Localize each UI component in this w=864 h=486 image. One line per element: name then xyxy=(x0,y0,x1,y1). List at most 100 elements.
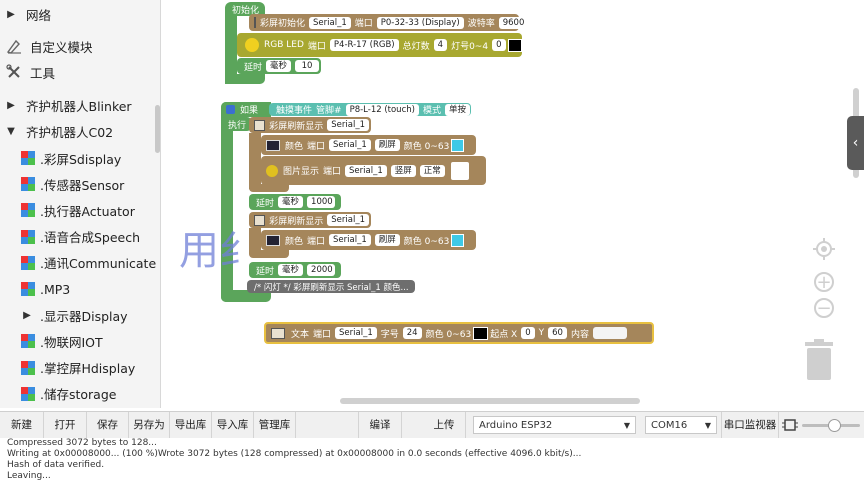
screen-init-block[interactable]: 彩屏初始化 Serial_1 端口 P0-32-33 (Display) 波特率… xyxy=(249,14,529,31)
sidebar-category-label: .MP3 xyxy=(40,281,71,297)
text-display-block[interactable]: 文本 端口 Serial_1 字号 24 颜色 0~63 起点 X 0 Y 60… xyxy=(264,322,654,344)
serial-monitor-button[interactable]: 串口监视器 xyxy=(721,412,779,438)
color-swatch-black[interactable] xyxy=(507,38,522,52)
delay-unit-dropdown[interactable]: 毫秒 xyxy=(278,196,304,208)
rgb-total-input[interactable]: 4 xyxy=(433,39,448,51)
color-swatch-cyan[interactable] xyxy=(451,233,465,247)
sidebar-scrollbar[interactable] xyxy=(155,105,160,153)
delay-unit-dropdown[interactable]: 毫秒 xyxy=(278,264,304,276)
sidebar-category-label: .执行器Actuator xyxy=(40,203,135,219)
delay-value-input[interactable]: 10 xyxy=(295,60,319,72)
serial-dropdown[interactable]: Serial_1 xyxy=(309,16,351,29)
port-dropdown[interactable]: P0-32-33 (Display) xyxy=(376,16,464,29)
save-as-button[interactable]: 另存为 xyxy=(129,412,170,438)
sidebar-category-item[interactable]: .彩屏Sdisplay xyxy=(0,145,156,171)
board-select[interactable]: Arduino ESP32 ▼ xyxy=(473,416,636,434)
sidebar-category-label: .语音合成Speech xyxy=(40,230,141,246)
new-button[interactable]: 新建 xyxy=(0,412,44,438)
zoom-in-icon[interactable]: + xyxy=(814,272,834,292)
baud-dropdown[interactable]: 9600 xyxy=(498,16,529,29)
serial-dropdown[interactable]: Serial_1 xyxy=(329,139,371,151)
delay-block-2[interactable]: 延时 毫秒 1000 xyxy=(249,194,341,210)
sidebar-item-blinker[interactable]: ▶ 齐护机器人Blinker xyxy=(0,92,156,118)
mode-dropdown[interactable]: 刷屏 xyxy=(374,139,400,151)
touch-mode-dropdown[interactable]: 单按 xyxy=(444,103,470,116)
refresh1-body xyxy=(249,133,261,189)
screen-refresh-block-1[interactable]: 彩屏刷新显示 Serial_1 xyxy=(249,117,371,133)
delay-unit-dropdown[interactable]: 毫秒 xyxy=(266,60,292,72)
color-swatch-cyan[interactable] xyxy=(451,138,465,152)
block-workspace[interactable]: 初始化 彩屏初始化 Serial_1 端口 P0-32-33 (Display)… xyxy=(161,0,864,408)
sidebar-item-network[interactable]: ▶ 网络 xyxy=(0,1,156,27)
console-line: Hash of data verified. xyxy=(7,460,105,470)
sidebar-category-item[interactable]: .执行器Actuator xyxy=(0,197,156,223)
chip-icon[interactable] xyxy=(782,417,798,433)
normal-dropdown[interactable]: 正常 xyxy=(419,164,445,177)
y-input[interactable]: 60 xyxy=(548,327,567,339)
port-select[interactable]: COM16 ▼ xyxy=(645,416,717,434)
color-block-2[interactable]: 颜色 端口 Serial_1 刷屏 颜色 0~63 xyxy=(261,230,476,250)
rgb-index-input[interactable]: 0 xyxy=(492,39,506,51)
content-input[interactable] xyxy=(592,327,627,339)
gear-icon[interactable] xyxy=(226,105,235,114)
serial-dropdown[interactable]: Serial_1 xyxy=(345,164,387,177)
delay-value-input[interactable]: 2000 xyxy=(307,264,336,276)
trash-icon[interactable] xyxy=(802,338,836,382)
sidebar-item-custom-module[interactable]: 自定义模块 xyxy=(0,33,156,59)
delay-block-3[interactable]: 延时 毫秒 2000 xyxy=(249,262,341,278)
upload-button[interactable]: 上传 xyxy=(423,412,466,438)
display-icon xyxy=(254,17,256,28)
workspace-horizontal-scrollbar[interactable] xyxy=(340,398,640,404)
sidebar-category-item[interactable]: ▶ .显示器Display xyxy=(0,302,156,328)
delay-block-1[interactable]: 延时 毫秒 10 xyxy=(237,58,321,74)
mode-dropdown[interactable]: 刷屏 xyxy=(374,234,400,246)
zoom-slider-handle[interactable] xyxy=(828,419,841,432)
orientation-dropdown[interactable]: 竖屏 xyxy=(390,164,416,177)
console-line: Leaving... xyxy=(7,471,51,481)
sidebar-item-tools[interactable]: 工具 xyxy=(0,59,156,85)
screen-refresh-block-2[interactable]: 彩屏刷新显示 Serial_1 xyxy=(249,212,371,228)
compile-button[interactable]: 编译 xyxy=(358,412,402,438)
color-swatch-black[interactable] xyxy=(473,326,489,340)
collapsed-comment-block[interactable]: /* 闪灯 */ 彩屏刷新显示 Serial_1 颜色... xyxy=(247,280,415,293)
image-preview[interactable] xyxy=(450,161,469,180)
screen-icon xyxy=(266,139,280,151)
rgb-led-block[interactable]: RGB LED 端口 P4-R-17 (RGB) 总灯数 4 灯号0~4 0 xyxy=(237,33,522,57)
image-display-block[interactable]: 图片显示 端口 Serial_1 竖屏 正常 xyxy=(261,156,486,185)
sidebar-category-item[interactable]: .储存storage xyxy=(0,381,156,407)
serial-dropdown[interactable]: Serial_1 xyxy=(327,214,369,226)
rgb-port-dropdown[interactable]: P4-R-17 (RGB) xyxy=(329,39,399,51)
serial-dropdown[interactable]: Serial_1 xyxy=(335,327,377,339)
sidebar-category-item[interactable]: .通讯Communicate xyxy=(0,250,156,276)
if-block-head[interactable]: 如果 xyxy=(221,102,271,117)
import-lib-button[interactable]: 导入库 xyxy=(212,412,254,438)
zoom-out-icon[interactable]: − xyxy=(814,298,834,318)
serial-dropdown[interactable]: Serial_1 xyxy=(327,119,369,131)
custom-module-icon xyxy=(6,39,21,54)
touch-pin-dropdown[interactable]: P8-L-12 (touch) xyxy=(345,103,419,116)
export-lib-button[interactable]: 导出库 xyxy=(170,412,212,438)
x-input[interactable]: 0 xyxy=(521,327,535,339)
open-button[interactable]: 打开 xyxy=(44,412,87,438)
save-button[interactable]: 保存 xyxy=(87,412,129,438)
sidebar-category-item[interactable]: .语音合成Speech xyxy=(0,224,156,250)
touch-event-block[interactable]: 触摸事件 管脚# P8-L-12 (touch) 模式 单按 xyxy=(269,103,471,116)
display-icon xyxy=(271,327,285,339)
sidebar-category-label: .物联网IOT xyxy=(40,334,103,350)
sidebar-category-item[interactable]: .MP3 xyxy=(0,276,156,302)
serial-dropdown[interactable]: Serial_1 xyxy=(329,234,371,246)
manage-lib-button[interactable]: 管理库 xyxy=(254,412,296,438)
sidebar-category-item[interactable]: .掌控屏Hdisplay xyxy=(0,355,156,381)
delay-value-input[interactable]: 1000 xyxy=(307,196,336,208)
sidebar-category-item[interactable]: .物联网IOT xyxy=(0,328,156,354)
sidebar-category-label: .掌控屏Hdisplay xyxy=(40,361,136,377)
chevron-left-icon[interactable]: ‹ xyxy=(847,116,864,170)
sidebar-category-item[interactable]: .传感器Sensor xyxy=(0,171,156,197)
chevron-down-icon: ▼ xyxy=(623,421,630,430)
color-block-1[interactable]: 颜色 端口 Serial_1 刷屏 颜色 0~63 xyxy=(261,135,476,155)
sidebar-item-c02[interactable]: ▼ 齐护机器人C02 xyxy=(0,118,156,144)
recenter-icon[interactable] xyxy=(813,238,835,260)
console-line: Writing at 0x00008000... (100 %)Wrote 30… xyxy=(7,449,582,459)
caret-right-icon: ▶ xyxy=(7,8,15,20)
font-size-dropdown[interactable]: 24 xyxy=(402,327,422,339)
